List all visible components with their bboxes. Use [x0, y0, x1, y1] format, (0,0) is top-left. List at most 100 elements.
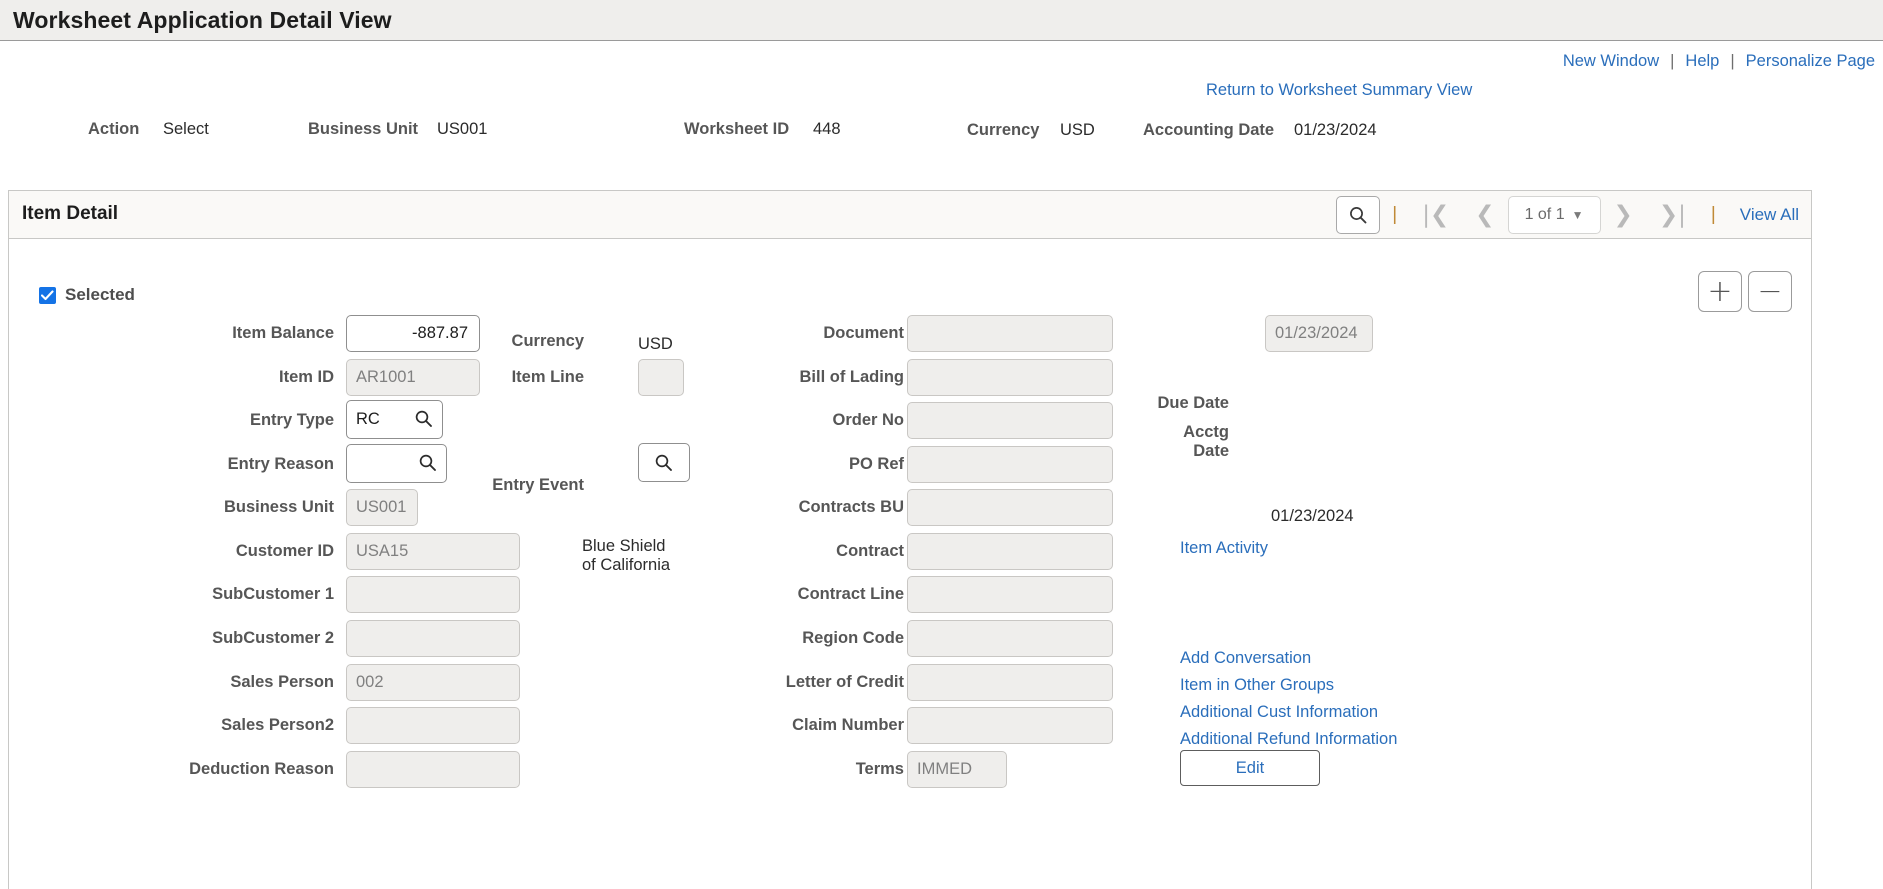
accounting-date-value: 01/23/2024	[1294, 121, 1377, 139]
customer-name-line2: of California	[582, 556, 671, 574]
worksheet-id-label: Worksheet ID	[684, 120, 790, 138]
acctg-date-label-line2: Date	[1193, 442, 1229, 460]
contracts-bu-label: Contracts BU	[798, 498, 904, 516]
selected-checkbox-row: Selected	[39, 285, 135, 305]
due-date-label: Due Date	[1157, 394, 1229, 412]
item-id-label: Item ID	[278, 368, 334, 386]
terms-field[interactable]: IMMED	[907, 751, 1007, 788]
subcustomer-2-label: SubCustomer 2	[212, 629, 334, 647]
business-unit-label-field: Business Unit	[223, 498, 334, 516]
sales-person-field[interactable]: 002	[346, 664, 520, 701]
entry-type-field[interactable]: RC	[346, 400, 443, 439]
sales-person2-field[interactable]	[346, 707, 520, 744]
item-line-label: Item Line	[511, 368, 584, 386]
link-separator-2: |	[1730, 52, 1735, 70]
lookup-search-icon[interactable]	[418, 453, 438, 473]
header-facts-row: Action Select Business Unit US001 Worksh…	[0, 112, 1883, 154]
selected-label: Selected	[65, 285, 135, 304]
letter-of-credit-field[interactable]	[907, 664, 1113, 701]
delete-row-button[interactable]: −	[1748, 271, 1792, 312]
chevron-down-icon: ▼	[1571, 208, 1584, 222]
page-position-label: 1 of 1	[1524, 206, 1565, 223]
pager-divider-left: |	[1392, 204, 1398, 225]
bill-of-lading-label: Bill of Lading	[799, 368, 905, 386]
contract-line-field[interactable]	[907, 576, 1113, 613]
customer-name: Blue Shield of California	[582, 537, 670, 575]
return-to-worksheet-summary-view-link[interactable]: Return to Worksheet Summary View	[1206, 81, 1472, 99]
worksheet-id-value: 448	[813, 120, 841, 138]
contract-field[interactable]	[907, 533, 1113, 570]
worksheet-application-detail-page: Worksheet Application Detail View New Wi…	[0, 0, 1883, 889]
item-detail-panel: Item Detail | |❮ ❮ 1 of 1 ▼ ❯ ❯| | View …	[8, 190, 1812, 889]
search-icon[interactable]	[1336, 196, 1381, 234]
next-page-icon[interactable]: ❯	[1601, 203, 1646, 227]
first-page-icon[interactable]: |❮	[1409, 203, 1462, 227]
entry-reason-label: Entry Reason	[227, 455, 334, 473]
add-row-button[interactable]: +	[1698, 271, 1742, 312]
acctg-date-value: 01/23/2024	[1271, 507, 1354, 525]
personalize-page-link[interactable]: Personalize Page	[1746, 52, 1875, 70]
new-window-link[interactable]: New Window	[1563, 52, 1659, 70]
subcustomer-2-field[interactable]	[346, 620, 520, 657]
action-value: Select	[163, 120, 209, 138]
entry-event-lookup-button[interactable]	[638, 443, 690, 482]
previous-page-icon[interactable]: ❮	[1462, 203, 1507, 227]
subcustomer-1-label: SubCustomer 1	[212, 585, 334, 603]
accounting-date-field[interactable]: 01/23/2024	[1265, 315, 1373, 352]
item-balance-label: Item Balance	[232, 324, 334, 342]
po-ref-field[interactable]	[907, 446, 1113, 483]
selected-checkbox[interactable]	[39, 286, 56, 304]
business-unit-label: Business Unit	[308, 120, 419, 138]
order-no-label: Order No	[832, 411, 904, 429]
order-no-field[interactable]	[907, 402, 1113, 439]
deduction-reason-label: Deduction Reason	[189, 760, 334, 778]
item-line-field[interactable]	[638, 359, 684, 396]
contracts-bu-field[interactable]	[907, 489, 1113, 526]
page-position-select[interactable]: 1 of 1 ▼	[1507, 196, 1601, 234]
currency-label: Currency	[967, 121, 1040, 139]
edit-button[interactable]: Edit	[1180, 750, 1320, 786]
document-field[interactable]	[907, 315, 1113, 352]
lookup-search-icon[interactable]	[414, 409, 434, 429]
item-detail-header: Item Detail | |❮ ❮ 1 of 1 ▼ ❯ ❯| | View …	[9, 191, 1811, 239]
top-right-links: New Window | Help | Personalize Page	[1563, 52, 1875, 71]
claim-number-field[interactable]	[907, 707, 1113, 744]
action-label: Action	[88, 120, 140, 138]
po-ref-label: PO Ref	[848, 455, 904, 473]
last-page-icon[interactable]: ❯|	[1646, 203, 1699, 227]
grid-pager: | |❮ ❮ 1 of 1 ▼ ❯ ❯| | View All	[1336, 191, 1799, 239]
business-unit-field[interactable]: US001	[346, 489, 418, 526]
deduction-reason-field[interactable]	[346, 751, 520, 788]
contract-label: Contract	[836, 542, 904, 560]
item-in-other-groups-link[interactable]: Item in Other Groups	[1180, 676, 1334, 695]
customer-name-line1: Blue Shield	[582, 537, 666, 555]
return-to-summary-wrap: Return to Worksheet Summary View	[1206, 81, 1472, 100]
view-all-link[interactable]: View All	[1728, 205, 1799, 225]
contract-line-label: Contract Line	[797, 585, 904, 603]
minus-icon: −	[1757, 273, 1783, 309]
help-link[interactable]: Help	[1685, 52, 1719, 70]
business-unit-value: US001	[437, 120, 488, 138]
sales-person-label: Sales Person	[230, 673, 334, 691]
acctg-date-label-line1: Acctg	[1183, 423, 1229, 441]
search-icon	[655, 454, 672, 471]
currency-field-label: Currency	[511, 332, 584, 350]
item-activity-link[interactable]: Item Activity	[1180, 539, 1268, 558]
document-label: Document	[823, 324, 904, 342]
customer-id-field[interactable]: USA15	[346, 533, 520, 570]
claim-number-label: Claim Number	[792, 716, 904, 734]
customer-id-label: Customer ID	[235, 542, 334, 560]
bill-of-lading-field[interactable]	[907, 359, 1113, 396]
plus-icon: +	[1707, 273, 1733, 309]
currency-field-value: USD	[638, 335, 673, 353]
accounting-date-label: Accounting Date	[1143, 121, 1275, 139]
item-detail-title: Item Detail	[22, 203, 119, 224]
subcustomer-1-field[interactable]	[346, 576, 520, 613]
additional-refund-information-link[interactable]: Additional Refund Information	[1180, 730, 1397, 749]
add-conversation-link[interactable]: Add Conversation	[1180, 649, 1311, 668]
region-code-field[interactable]	[907, 620, 1113, 657]
entry-type-label: Entry Type	[249, 411, 334, 429]
region-code-label: Region Code	[802, 629, 904, 647]
entry-type-value: RC	[356, 410, 380, 428]
additional-cust-information-link[interactable]: Additional Cust Information	[1180, 703, 1378, 722]
